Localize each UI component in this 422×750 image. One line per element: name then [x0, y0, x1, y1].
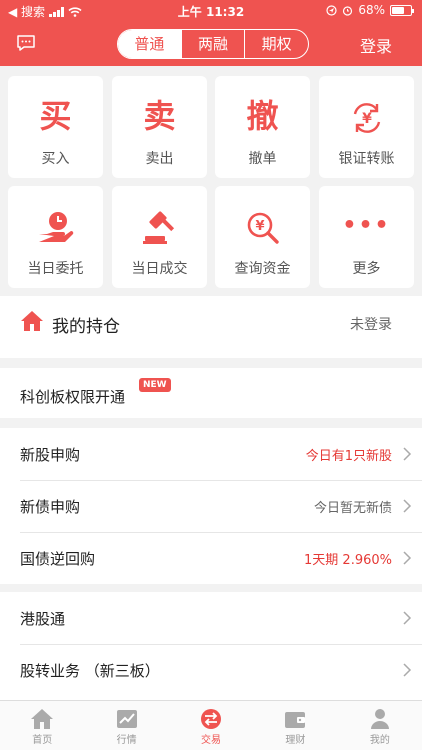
alarm-icon: [343, 5, 353, 16]
subscription-list: 新股申购 今日有1只新股 新债申购 今日暂无新债 国债逆回购 1天期 2.960…: [0, 428, 422, 584]
query-funds-button[interactable]: ¥ 查询资金: [215, 186, 310, 288]
reverse-repo-row[interactable]: 国债逆回购 1天期 2.960%: [0, 532, 422, 584]
star-market-row[interactable]: 科创板权限开通 NEW: [0, 368, 422, 418]
row-value: 今日有1只新股: [305, 449, 392, 464]
tab-label: 交易: [201, 735, 222, 746]
message-icon[interactable]: [16, 34, 36, 52]
bank-transfer-label: 银证转账: [338, 151, 395, 167]
battery-icon: [390, 4, 414, 16]
more-button[interactable]: ••• 更多: [319, 186, 414, 288]
tab-home[interactable]: 首页: [0, 701, 84, 750]
segment-margin[interactable]: 两融: [180, 30, 245, 58]
chevron-right-icon: [403, 447, 412, 461]
sell-label: 卖出: [145, 151, 174, 167]
home-icon: [31, 709, 54, 729]
row-label: 国债逆回购: [20, 550, 96, 568]
chevron-right-icon: [403, 551, 412, 565]
buy-button[interactable]: 买 买入: [8, 76, 103, 178]
row-value: 今日暂无新债: [313, 501, 392, 516]
tab-market[interactable]: 行情: [84, 701, 168, 750]
sell-icon: 卖: [143, 97, 176, 135]
today-deals-label: 当日成交: [131, 261, 188, 277]
cancel-order-label: 撤单: [248, 151, 277, 167]
buy-label: 买入: [41, 151, 70, 167]
chevron-right-icon: [403, 663, 412, 677]
tab-mine[interactable]: 我的: [338, 701, 422, 750]
hk-connect-row[interactable]: 港股通: [0, 592, 422, 644]
row-label: 新股申购: [20, 446, 81, 464]
today-orders-button[interactable]: 当日委托: [8, 186, 103, 288]
location-icon: [326, 4, 337, 16]
svg-text:¥: ¥: [255, 219, 264, 234]
hand-clock-icon: [8, 206, 103, 246]
cancel-order-button[interactable]: 撤 撤单: [215, 76, 310, 178]
account-type-switch: 普通 两融 期权: [117, 29, 309, 59]
cancel-order-icon: 撤: [246, 97, 279, 135]
chart-icon: [116, 710, 137, 728]
new-badge: NEW: [139, 378, 171, 392]
bond-subscription-row[interactable]: 新债申购 今日暂无新债: [0, 480, 422, 532]
my-holdings-row[interactable]: 我的持仓 未登录: [0, 296, 422, 358]
status-bar: ◀ 搜索 上午 11:32 68%: [0, 0, 422, 22]
tab-trade[interactable]: 交易: [169, 701, 253, 750]
more-label: 更多: [352, 261, 381, 277]
tab-label: 行情: [116, 735, 137, 746]
house-icon: [21, 311, 43, 331]
segment-options[interactable]: 期权: [244, 30, 308, 58]
row-label: 股转业务 （新三板）: [20, 662, 160, 680]
tab-wealth[interactable]: 理财: [253, 701, 337, 750]
holdings-status: 未登录: [350, 317, 392, 333]
search-money-icon: ¥: [215, 206, 310, 246]
tab-label: 我的: [369, 735, 390, 746]
more-icon: •••: [342, 213, 391, 238]
services-list: 港股通 股转业务 （新三板）: [0, 592, 422, 700]
chevron-right-icon: [403, 611, 412, 625]
login-button[interactable]: 登录: [360, 33, 392, 57]
row-label: 新债申购: [20, 498, 81, 516]
neeq-row[interactable]: 股转业务 （新三板）: [0, 644, 422, 696]
trade-icon: [201, 709, 222, 729]
star-market-label: 科创板权限开通: [20, 388, 126, 406]
gavel-icon: [112, 206, 207, 246]
buy-icon: 买: [39, 97, 72, 135]
row-value: 1天期 2.960%: [304, 553, 392, 568]
svg-text:¥: ¥: [362, 111, 372, 127]
query-funds-label: 查询资金: [234, 261, 291, 277]
today-orders-label: 当日委托: [27, 261, 84, 277]
segment-normal[interactable]: 普通: [118, 30, 181, 58]
ipo-subscription-row[interactable]: 新股申购 今日有1只新股: [0, 428, 422, 480]
holdings-title: 我的持仓: [52, 317, 120, 337]
bottom-tab-bar: 首页 行情 交易 理财 我的: [0, 700, 422, 750]
row-label: 港股通: [20, 610, 66, 628]
tab-label: 理财: [285, 735, 306, 746]
chevron-right-icon: [403, 499, 412, 513]
battery-percent: 68%: [358, 3, 385, 17]
wallet-icon: [285, 712, 306, 728]
today-deals-button[interactable]: 当日成交: [112, 186, 207, 288]
trade-function-grid: 买 买入 卖 卖出 撤 撤单 ¥ 银证转账 当日委托 当日成交 ¥ 查询资金 •…: [0, 66, 422, 294]
top-nav: 普通 两融 期权 登录: [0, 22, 422, 66]
bank-transfer-icon: ¥: [319, 96, 414, 136]
sell-button[interactable]: 卖 卖出: [112, 76, 207, 178]
tab-label: 首页: [32, 735, 53, 746]
profile-icon: [370, 709, 389, 729]
bank-transfer-button[interactable]: ¥ 银证转账: [319, 76, 414, 178]
